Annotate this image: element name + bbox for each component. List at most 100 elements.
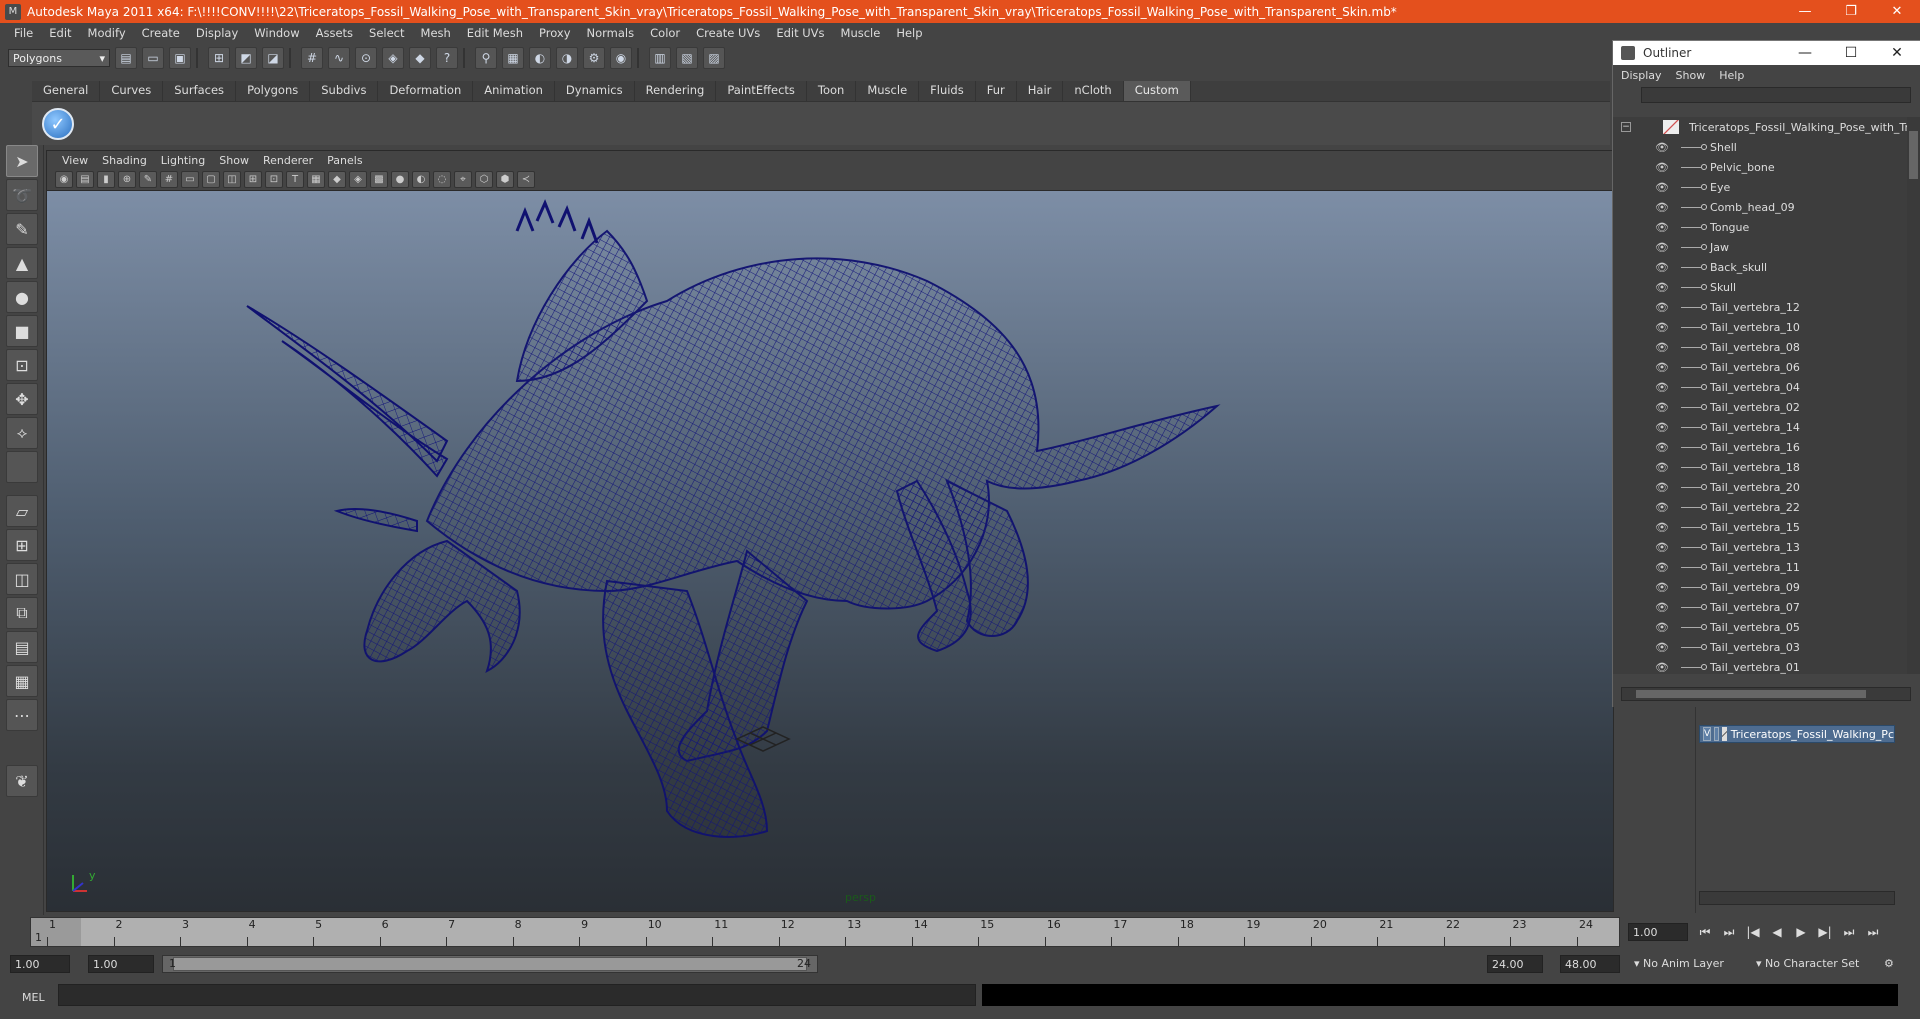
show-attribute-editor-icon[interactable]: ▥ [649, 47, 671, 69]
animation-start-field[interactable]: 1.00 [10, 955, 70, 973]
checkmark-icon[interactable]: ✓ [42, 108, 74, 140]
persp-outliner-layout-icon[interactable]: ◫ [6, 563, 38, 595]
graph-editor-layout-icon[interactable]: ▦ [6, 665, 38, 697]
save-scene-icon[interactable]: ▣ [169, 47, 191, 69]
menu-mesh[interactable]: Mesh [413, 26, 459, 40]
outliner-item[interactable]: 👁 Jaw [1613, 237, 1908, 257]
outliner-item[interactable]: 👁 Tongue [1613, 217, 1908, 237]
history-icon[interactable]: ⚲ [475, 47, 497, 69]
play-backwards-icon[interactable]: ◀ [1766, 922, 1788, 942]
playback-end-field[interactable]: 24.00 [1487, 955, 1543, 973]
rotate-tool-icon[interactable]: ● [6, 281, 38, 313]
outliner-item[interactable]: 👁 Tail_vertebra_02 [1613, 397, 1908, 417]
outliner-item[interactable]: 👁 Shell [1613, 137, 1908, 157]
shadows-icon[interactable]: ◐ [412, 171, 430, 188]
show-channel-box-icon[interactable]: ▨ [703, 47, 725, 69]
film-gate-icon[interactable]: ▭ [181, 171, 199, 188]
viewport-menu-view[interactable]: View [55, 154, 95, 167]
layer-visibility-toggle[interactable]: V [1703, 727, 1712, 741]
current-frame-marker[interactable]: 1 [31, 918, 81, 946]
shelf-tab-dynamics[interactable]: Dynamics [555, 81, 635, 101]
grid-icon[interactable]: # [160, 171, 178, 188]
viewport-menu-show[interactable]: Show [212, 154, 256, 167]
shelf-tab-rendering[interactable]: Rendering [635, 81, 717, 101]
menu-assets[interactable]: Assets [308, 26, 361, 40]
hud-icon[interactable]: ≺ [517, 171, 535, 188]
select-by-component-icon[interactable]: ◪ [262, 47, 284, 69]
outliner-item[interactable]: 👁 Tail_vertebra_16 [1613, 437, 1908, 457]
outliner-item[interactable]: 👁 Tail_vertebra_03 [1613, 637, 1908, 657]
shelf-tab-painteffects[interactable]: PaintEffects [716, 81, 807, 101]
step-back-frame-icon[interactable]: |◀ [1742, 922, 1764, 942]
outliner-item[interactable]: 👁 Tail_vertebra_10 [1613, 317, 1908, 337]
menu-modify[interactable]: Modify [80, 26, 134, 40]
triceratops-wireframe-model[interactable] [47, 191, 1613, 911]
xray-components-icon[interactable]: ⬢ [496, 171, 514, 188]
menu-create-uvs[interactable]: Create UVs [688, 26, 768, 40]
outliner-item[interactable]: 👁 Tail_vertebra_20 [1613, 477, 1908, 497]
viewport-menu-lighting[interactable]: Lighting [154, 154, 212, 167]
grease-pencil-icon[interactable]: ✎ [139, 171, 157, 188]
menu-set-selector[interactable]: Polygons ▾ [8, 49, 110, 67]
outliner-root-item[interactable]: − Triceratops_Fossil_Walking_Pose_with_T… [1613, 117, 1908, 137]
snap-curve-icon[interactable]: ∿ [328, 47, 350, 69]
menu-select[interactable]: Select [361, 26, 412, 40]
menu-create[interactable]: Create [134, 26, 188, 40]
outliner-item[interactable]: 👁 Tail_vertebra_09 [1613, 577, 1908, 597]
display-layer-row[interactable]: V Triceratops_Fossil_Walking_Pc [1699, 725, 1895, 743]
four-view-layout-icon[interactable]: ⊞ [6, 529, 38, 561]
outliner-item[interactable]: 👁 Tail_vertebra_01 [1613, 657, 1908, 675]
outliner-item[interactable]: 👁 Tail_vertebra_13 [1613, 537, 1908, 557]
hypershade-layout-icon[interactable]: ▤ [6, 631, 38, 663]
outliner-item[interactable]: 👁 Tail_vertebra_12 [1613, 297, 1908, 317]
textured-icon[interactable]: ▩ [370, 171, 388, 188]
step-forward-key-icon[interactable]: ⏭ [1838, 922, 1860, 942]
outliner-filter-field[interactable] [1641, 87, 1911, 103]
outliner-item[interactable]: 👁 Tail_vertebra_08 [1613, 337, 1908, 357]
perspective-viewport[interactable]: View Shading Lighting Show Renderer Pane… [46, 150, 1614, 912]
character-set-dropdown[interactable]: ▾ No Character Set [1752, 955, 1863, 973]
menu-proxy[interactable]: Proxy [531, 26, 579, 40]
outliner-menu-display[interactable]: Display [1621, 69, 1662, 82]
select-tool-icon[interactable]: ➤ [6, 145, 38, 177]
lasso-tool-icon[interactable]: ➰ [6, 179, 38, 211]
make-live-icon[interactable]: ◆ [409, 47, 431, 69]
playback-range-bar[interactable]: 1 24 [162, 955, 818, 973]
shelf-tab-hair[interactable]: Hair [1017, 81, 1064, 101]
layer-playback-toggle[interactable] [1714, 727, 1720, 741]
smooth-shade-icon[interactable]: ◆ [328, 171, 346, 188]
menu-help[interactable]: Help [888, 26, 930, 40]
shelf-tab-animation[interactable]: Animation [473, 81, 555, 101]
step-back-key-icon[interactable]: ⏭ [1718, 922, 1740, 942]
outliner-minimize-button[interactable]: — [1782, 45, 1828, 61]
render-settings-icon[interactable]: ⚙ [583, 47, 605, 69]
menu-edit-uvs[interactable]: Edit UVs [768, 26, 832, 40]
viewport-menu-shading[interactable]: Shading [95, 154, 154, 167]
soft-mod-tool-icon[interactable]: ✥ [6, 383, 38, 415]
menu-edit[interactable]: Edit [41, 26, 79, 40]
resolution-gate-icon[interactable]: ▢ [202, 171, 220, 188]
outliner-item[interactable]: 👁 Tail_vertebra_18 [1613, 457, 1908, 477]
outliner-item[interactable]: 👁 Tail_vertebra_14 [1613, 417, 1908, 437]
shelf-tab-fluids[interactable]: Fluids [919, 81, 976, 101]
outliner-item[interactable]: 👁 Skull [1613, 277, 1908, 297]
step-forward-frame-icon[interactable]: ▶| [1814, 922, 1836, 942]
animation-preferences-icon[interactable]: ⚙ [1880, 955, 1898, 973]
camera-attributes-icon[interactable]: ◉ [55, 171, 73, 188]
scroll-thumb[interactable] [1909, 131, 1918, 179]
minimize-button[interactable]: — [1782, 0, 1828, 23]
outliner-item[interactable]: 👁 Pelvic_bone [1613, 157, 1908, 177]
gate-mask-icon[interactable]: ◫ [223, 171, 241, 188]
shelf-tab-toon[interactable]: Toon [807, 81, 857, 101]
outliner-item[interactable]: 👁 Eye [1613, 177, 1908, 197]
xray-icon[interactable]: ◌ [433, 171, 451, 188]
universal-manipulator-icon[interactable]: ⊡ [6, 349, 38, 381]
outliner-close-button[interactable]: ✕ [1874, 45, 1920, 61]
outliner-item[interactable]: 👁 Tail_vertebra_06 [1613, 357, 1908, 377]
ipr-render-icon[interactable]: ◑ [556, 47, 578, 69]
show-manipulator-icon[interactable]: ⟡ [6, 417, 38, 449]
use-all-lights-icon[interactable]: ● [391, 171, 409, 188]
new-scene-icon[interactable]: ▤ [115, 47, 137, 69]
select-by-hierarchy-icon[interactable]: ⊞ [208, 47, 230, 69]
scroll-thumb[interactable] [1636, 690, 1866, 698]
